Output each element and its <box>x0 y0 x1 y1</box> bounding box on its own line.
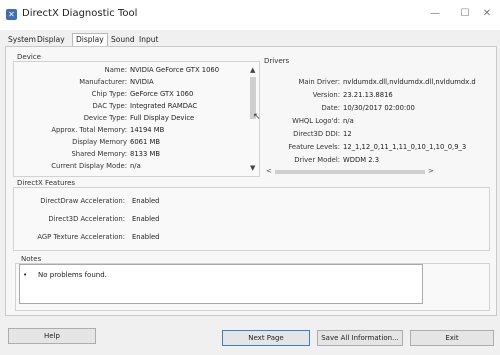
chip-type-value: GeForce GTX 1060 <box>130 90 194 98</box>
agp-texture-accel-value: Enabled <box>132 233 160 241</box>
directx-features-box: DirectDraw Acceleration: Enabled Direct3… <box>13 187 490 251</box>
date-label: Date: <box>321 104 340 112</box>
dac-type-label: DAC Type: <box>92 102 127 110</box>
device-box: Name: NVIDIA GeForce GTX 1060 Manufactur… <box>13 61 260 177</box>
shared-memory-value: 8133 MB <box>130 150 160 158</box>
note-bullet: • <box>23 271 28 279</box>
next-page-button[interactable]: Next Page <box>222 330 310 346</box>
directdraw-accel-label: DirectDraw Acceleration: <box>40 197 125 205</box>
manufacturer-value: NVIDIA <box>130 78 154 86</box>
drivers-box: Main Driver: nvldumdx.dll,nvldumdx.dll,n… <box>260 65 476 177</box>
mouse-cursor-icon: ↖ <box>253 112 261 122</box>
driver-model-label: Driver Model: <box>294 156 340 164</box>
scroll-up-arrow-icon[interactable]: ▲ <box>250 66 255 74</box>
display-mode-value: n/a <box>130 162 141 170</box>
version-value: 23.21.13.8816 <box>343 91 393 99</box>
dac-type-value: Integrated RAMDAC <box>130 102 198 110</box>
feature-levels-label: Feature Levels: <box>288 143 340 151</box>
main-driver-label: Main Driver: <box>298 78 340 86</box>
close-button[interactable]: ✕ <box>472 5 500 23</box>
main-driver-value: nvldumdx.dll,nvldumdx.dll,nvldumdx.d <box>343 78 476 86</box>
scroll-right-arrow-icon[interactable]: > <box>428 167 434 175</box>
tab-display-2[interactable]: Display 2 <box>72 33 108 56</box>
tab-sound[interactable]: Sound <box>108 34 138 46</box>
display-memory-value: 6061 MB <box>130 138 160 146</box>
scroll-left-arrow-icon[interactable]: < <box>266 167 272 175</box>
directx-features-heading: DirectX Features <box>17 179 76 187</box>
device-heading: Device <box>17 53 41 61</box>
manufacturer-label: Manufacturer: <box>79 78 127 86</box>
help-button[interactable]: Help <box>8 328 96 344</box>
tab-display-1[interactable]: Display 1 <box>34 34 68 56</box>
display-memory-label: Display Memory <box>72 138 127 146</box>
agp-texture-accel-label: AGP Texture Acceleration: <box>37 233 125 241</box>
feature-levels-value: 12_1,12_0,11_1,11_0,10_1,10_0,9_3 <box>343 143 467 151</box>
scroll-down-arrow-icon[interactable]: ▼ <box>250 164 255 172</box>
direct3d-ddi-label: Direct3D DDI: <box>293 130 340 138</box>
whql-label: WHQL Logo'd: <box>292 117 340 125</box>
tab-input[interactable]: Input <box>136 34 161 46</box>
directdraw-accel-value: Enabled <box>132 197 160 205</box>
chip-type-label: Chip Type: <box>91 90 127 98</box>
shared-memory-label: Shared Memory: <box>71 150 127 158</box>
notes-heading: Notes <box>21 255 42 263</box>
notes-box[interactable]: • No problems found. <box>19 264 423 304</box>
device-type-label: Device Type: <box>83 114 127 122</box>
total-memory-label: Approx. Total Memory: <box>51 126 127 134</box>
save-all-information-button[interactable]: Save All Information... <box>317 330 403 346</box>
horizontal-scrollbar-thumb[interactable] <box>275 170 425 174</box>
whql-value: n/a <box>343 117 354 125</box>
date-value: 10/30/2017 02:00:00 <box>343 104 415 112</box>
total-memory-value: 14194 MB <box>130 126 165 134</box>
device-type-value: Full Display Device <box>130 114 195 122</box>
minimize-button[interactable]: — <box>420 5 450 23</box>
direct3d-accel-value: Enabled <box>132 215 160 223</box>
version-label: Version: <box>312 91 340 99</box>
window-title: DirectX Diagnostic Tool <box>22 8 138 19</box>
drivers-heading: Drivers <box>264 57 290 65</box>
device-name-value: NVIDIA GeForce GTX 1060 <box>130 66 220 74</box>
exit-button[interactable]: Exit <box>410 330 494 346</box>
direct3d-accel-label: Direct3D Acceleration: <box>48 215 125 223</box>
driver-model-value: WDDM 2.3 <box>343 156 380 164</box>
x-icon: ✕ <box>6 9 17 20</box>
direct3d-ddi-value: 12 <box>343 130 352 138</box>
title-bar: ✕ DirectX Diagnostic Tool — ☐ ✕ <box>0 0 500 30</box>
display-mode-label: Current Display Mode: <box>51 162 127 170</box>
note-text: No problems found. <box>38 271 107 279</box>
device-name-label: Name: <box>104 66 127 74</box>
